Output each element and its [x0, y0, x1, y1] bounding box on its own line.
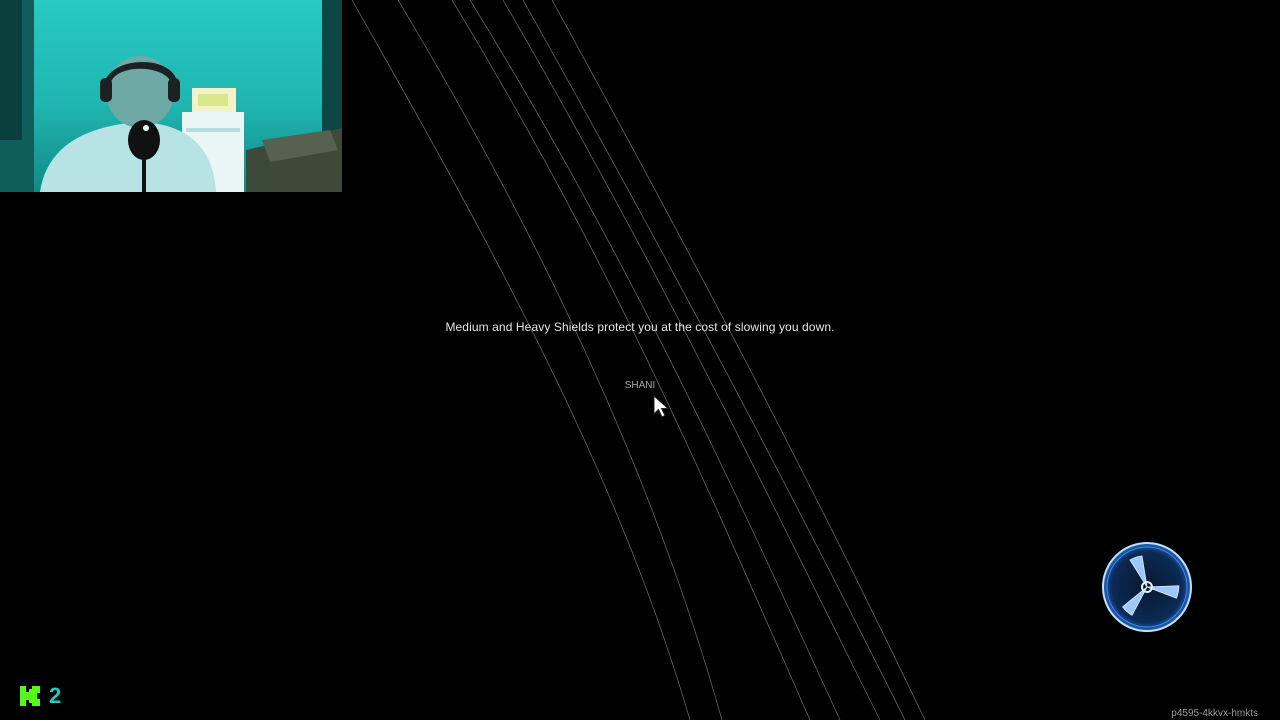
- mouse-cursor-icon: [653, 395, 670, 418]
- session-code-label: p4595-4kkvx-hmkts: [1171, 708, 1258, 719]
- kick-logo-icon: [20, 686, 40, 706]
- radial-spinner-icon: [1102, 542, 1192, 632]
- loading-tip-text: Medium and Heavy Shields protect you at …: [445, 320, 835, 334]
- player-name-label: SHANI: [624, 380, 656, 391]
- webcam-scene: [0, 0, 342, 192]
- viewer-count: 2: [49, 683, 62, 708]
- game-loading-screen: Medium and Heavy Shields protect you at …: [0, 0, 1280, 720]
- streamer-webcam: [0, 0, 342, 192]
- stream-overlay-brand: 2: [19, 683, 61, 709]
